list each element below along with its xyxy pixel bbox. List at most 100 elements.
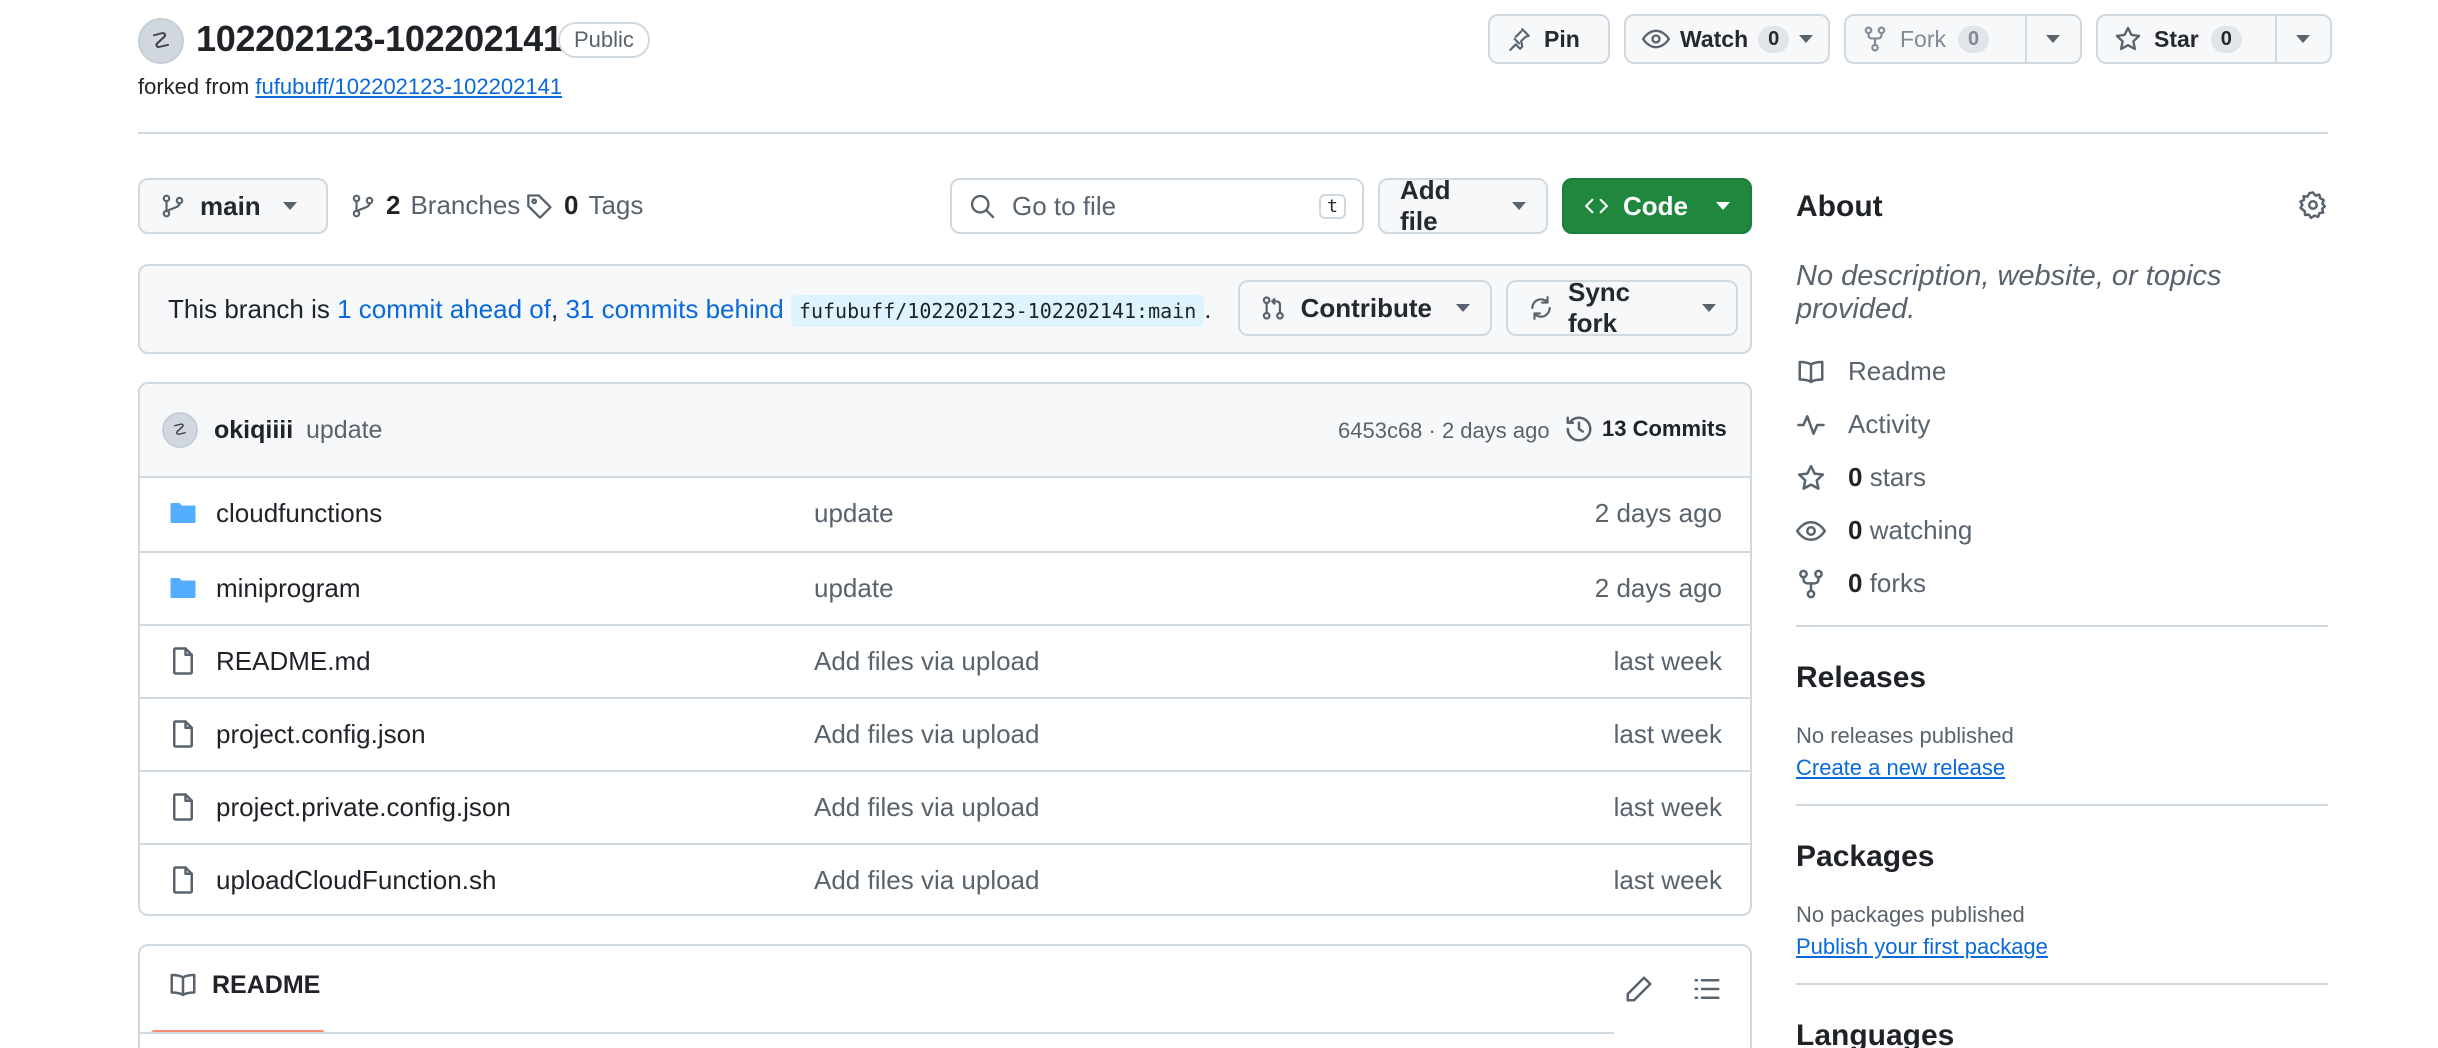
about-title: About <box>1796 190 1883 223</box>
readme-tab[interactable]: README <box>168 970 320 1000</box>
file-row[interactable]: cloudfunctions update 2 days ago <box>140 478 1750 551</box>
stars-link[interactable]: 0 stars <box>1796 462 2328 493</box>
commits-behind-link[interactable]: 31 commits behind <box>565 294 783 324</box>
file-row[interactable]: project.config.json Add files via upload l… <box>140 697 1750 770</box>
star-icon <box>2115 26 2141 51</box>
owner-avatar[interactable]: ☡ <box>138 18 184 64</box>
folder-icon <box>170 503 196 523</box>
commit-author[interactable]: okiqiiii <box>214 416 293 445</box>
fork-count: 0 <box>1958 25 1990 53</box>
file-commit-message[interactable]: Add files via upload <box>814 865 1039 896</box>
watch-button[interactable]: Watch 0 <box>1624 14 1830 64</box>
eye-icon <box>1642 29 1670 49</box>
branches-label: Branches <box>410 190 521 220</box>
file-name-link[interactable]: cloudfunctions <box>216 498 382 529</box>
banner-prefix: This branch is <box>168 294 330 324</box>
file-row[interactable]: README.md Add files via upload last week <box>140 624 1750 697</box>
create-release-link[interactable]: Create a new release <box>1796 755 2005 781</box>
readme-link[interactable]: Readme <box>1796 356 2328 387</box>
fork-dropdown[interactable] <box>2024 16 2080 62</box>
file-icon <box>173 866 193 894</box>
sidebar-divider <box>1796 804 2328 806</box>
code-icon <box>1585 198 1608 214</box>
outline-list-icon[interactable] <box>1692 974 1722 1004</box>
file-row[interactable]: miniprogram update 2 days ago <box>140 551 1750 624</box>
fork-status-text: This branch is 1 commit ahead of, 31 com… <box>168 294 1212 327</box>
branch-name: main <box>200 190 261 221</box>
forks-link[interactable]: 0 forks <box>1796 568 2328 599</box>
publish-package-link[interactable]: Publish your first package <box>1796 934 2048 960</box>
tags-link[interactable]: 0 Tags <box>526 190 643 221</box>
add-file-label: Add file <box>1400 175 1451 236</box>
forked-from: forked from fufubuff/102202123-102202141 <box>138 74 562 100</box>
sync-fork-button[interactable]: Sync fork <box>1506 277 1738 338</box>
star-count: 0 <box>2210 25 2242 53</box>
activity-link[interactable]: Activity <box>1796 409 2328 440</box>
about-sidebar: About No description, website, or topics… <box>1796 190 2328 1048</box>
edit-pencil-icon[interactable] <box>1624 974 1654 1004</box>
add-file-button[interactable]: Add file <box>1378 175 1548 236</box>
file-commit-message[interactable]: update <box>814 573 894 604</box>
fork-label: Fork <box>1900 25 1946 52</box>
branches-link[interactable]: 2 Branches <box>350 190 520 221</box>
readme-header-divider <box>140 1032 1614 1034</box>
pull-request-icon <box>1262 296 1284 320</box>
file-commit-message[interactable]: Add files via upload <box>814 719 1039 750</box>
forked-from-link[interactable]: fufubuff/102202123-102202141 <box>255 74 562 99</box>
upstream-ref[interactable]: fufubuff/102202123-102202141:main <box>790 295 1205 327</box>
banner-comma: , <box>550 294 559 324</box>
eye-icon <box>1796 520 1826 541</box>
commits-ahead-link[interactable]: 1 commit ahead of <box>337 294 551 324</box>
star-button[interactable]: Star 0 <box>2096 14 2332 64</box>
commit-author-avatar[interactable]: ☡ <box>162 412 198 448</box>
commit-message[interactable]: update <box>306 416 382 445</box>
folder-icon <box>170 578 196 598</box>
code-button[interactable]: Code <box>1562 178 1752 234</box>
fork-icon <box>1799 569 1823 598</box>
sync-fork-label: Sync fork <box>1568 277 1631 338</box>
file-name-link[interactable]: project.private.config.json <box>216 792 511 823</box>
file-row[interactable]: uploadCloudFunction.sh Add files via uplo… <box>140 843 1750 914</box>
pin-icon <box>1509 28 1530 51</box>
readme-link-label: Readme <box>1848 356 1947 386</box>
releases-title[interactable]: Releases <box>1796 661 2328 695</box>
watch-label: Watch <box>1680 25 1749 52</box>
branch-selector[interactable]: main <box>138 178 328 234</box>
fork-icon <box>1864 26 1886 52</box>
contribute-dropdown-icon <box>1456 304 1470 312</box>
fork-button[interactable]: Fork 0 <box>1844 14 2082 64</box>
commits-history-link[interactable]: 13 Commits <box>1564 414 1727 444</box>
forks-count: 0 <box>1848 568 1863 598</box>
forked-from-prefix: forked from <box>138 74 250 99</box>
readme-panel: README <box>138 944 1752 1048</box>
repo-name[interactable]: 102202123-102202141 <box>196 18 563 60</box>
file-row[interactable]: project.private.config.json Add files via… <box>140 770 1750 843</box>
commit-meta[interactable]: 6453c68 · 2 days ago <box>1338 418 1550 444</box>
history-icon <box>1566 416 1592 442</box>
sidebar-divider <box>1796 983 2328 985</box>
watch-count: 0 <box>1758 25 1790 53</box>
file-name-link[interactable]: project.config.json <box>216 719 426 750</box>
file-name-link[interactable]: README.md <box>216 646 371 677</box>
gear-icon[interactable] <box>2298 190 2328 220</box>
code-dropdown-icon <box>1716 202 1730 210</box>
file-name-link[interactable]: uploadCloudFunction.sh <box>216 865 496 896</box>
file-commit-message[interactable]: Add files via upload <box>814 792 1039 823</box>
file-commit-message[interactable]: update <box>814 498 894 529</box>
go-to-file-shortcut: t <box>1319 193 1346 219</box>
file-icon <box>173 647 193 675</box>
contribute-button[interactable]: Contribute <box>1238 280 1492 336</box>
go-to-file-input[interactable]: Go to file t <box>950 178 1364 234</box>
file-commit-message[interactable]: Add files via upload <box>814 646 1039 677</box>
fork-dropdown-icon <box>2046 35 2061 43</box>
watch-dropdown-icon <box>1799 35 1814 43</box>
go-to-file-placeholder: Go to file <box>1012 190 1117 221</box>
file-name-link[interactable]: miniprogram <box>216 573 361 604</box>
star-dropdown[interactable] <box>2274 16 2330 62</box>
sync-fork-dropdown-icon <box>1702 304 1716 312</box>
pin-button[interactable]: Pin <box>1488 14 1610 64</box>
repo-header: ☡ 102202123-102202141 Public forked from… <box>138 14 2332 99</box>
packages-title[interactable]: Packages <box>1796 840 2328 874</box>
watching-link[interactable]: 0 watching <box>1796 515 2328 546</box>
file-commit-date: last week <box>1613 792 1722 822</box>
